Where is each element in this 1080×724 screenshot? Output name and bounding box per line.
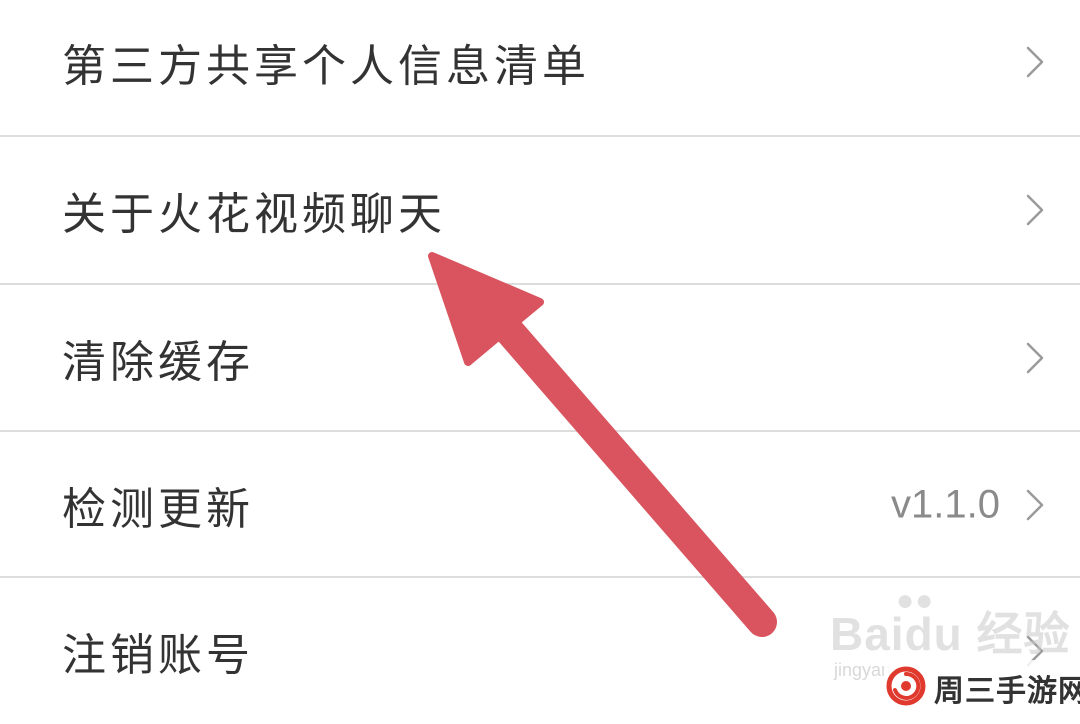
- chevron-right-icon: [1026, 342, 1044, 374]
- spiral-logo-icon: [886, 666, 926, 706]
- settings-item-third-party-info[interactable]: 第三方共享个人信息清单: [0, 0, 1080, 135]
- settings-item-check-update[interactable]: 检测更新 v1.1.0: [0, 432, 1080, 578]
- version-value: v1.1.0: [891, 482, 1000, 527]
- baidu-watermark: Baidu 经验 ●●: [830, 584, 1071, 660]
- settings-item-label: 清除缓存: [62, 337, 254, 388]
- settings-item-label: 关于火花视频聊天: [62, 189, 446, 240]
- chevron-right-icon: [1026, 46, 1044, 78]
- chevron-right-icon: [1026, 489, 1044, 521]
- site-watermark: 周三手游网: [884, 660, 1080, 712]
- site-watermark-text: 周三手游网: [934, 674, 1080, 709]
- settings-item-label: 注销账号: [62, 630, 254, 681]
- settings-item-label: 检测更新: [62, 484, 254, 535]
- settings-item-about[interactable]: 关于火花视频聊天: [0, 137, 1080, 283]
- baidu-watermark-subtext: jingyan: [834, 660, 892, 680]
- settings-item-clear-cache[interactable]: 清除缓存: [0, 285, 1080, 431]
- paw-icon: ●●: [896, 584, 935, 617]
- settings-item-label: 第三方共享个人信息清单: [62, 41, 590, 92]
- chevron-right-icon: [1026, 194, 1044, 226]
